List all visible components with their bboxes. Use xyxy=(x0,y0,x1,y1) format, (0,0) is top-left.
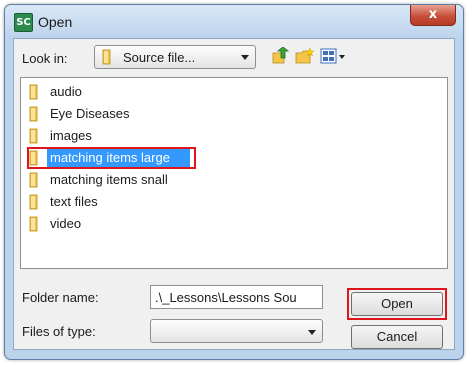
list-item-label: text files xyxy=(50,194,98,209)
look-in-dropdown[interactable]: Source file... xyxy=(94,45,256,69)
folder-icon xyxy=(29,84,38,100)
close-button[interactable]: x xyxy=(410,5,456,26)
files-of-type-dropdown[interactable] xyxy=(150,319,323,343)
list-item-label: images xyxy=(50,128,92,143)
list-item-label: video xyxy=(50,216,82,231)
list-item[interactable]: images xyxy=(25,125,325,147)
look-in-label: Look in: xyxy=(22,51,68,66)
view-menu-icon[interactable] xyxy=(320,47,346,65)
files-of-type-label: Files of type: xyxy=(22,324,96,339)
list-item[interactable]: audio xyxy=(25,81,325,103)
chevron-down-icon xyxy=(241,55,249,60)
open-dialog: SC Open x Look in: Source file... audio … xyxy=(4,4,464,360)
folder-name-label: Folder name: xyxy=(22,290,99,305)
title-bar[interactable]: SC Open x xyxy=(5,5,463,39)
annotation-highlight-box xyxy=(347,288,447,320)
list-item-label: matching items snall xyxy=(50,172,168,187)
folder-icon xyxy=(29,172,38,188)
folder-icon xyxy=(29,128,38,144)
annotation-highlight-box xyxy=(27,147,196,169)
new-folder-icon[interactable] xyxy=(295,47,315,65)
list-item[interactable]: text files xyxy=(25,191,325,213)
folder-name-field[interactable]: .\_Lessons\Lessons Sou xyxy=(150,285,323,309)
cancel-button[interactable]: Cancel xyxy=(351,325,443,349)
file-list[interactable]: audio Eye Diseases images matching items… xyxy=(20,77,448,269)
list-item[interactable]: video xyxy=(25,213,325,235)
folder-icon xyxy=(102,49,111,65)
list-item-selected[interactable]: matching items large xyxy=(25,147,325,169)
list-item[interactable]: Eye Diseases xyxy=(25,103,325,125)
dialog-body: Look in: Source file... audio Eye Diseas… xyxy=(13,38,455,350)
dialog-title: Open xyxy=(38,14,73,30)
chevron-down-icon xyxy=(308,330,316,335)
list-item[interactable]: matching items snall xyxy=(25,169,325,191)
up-one-level-icon[interactable] xyxy=(272,47,290,65)
look-in-value: Source file... xyxy=(123,50,196,65)
app-icon: SC xyxy=(14,13,33,32)
folder-icon xyxy=(29,194,38,210)
folder-icon xyxy=(29,216,38,232)
list-item-label: Eye Diseases xyxy=(50,106,130,121)
list-item-label: audio xyxy=(50,84,82,99)
folder-icon xyxy=(29,106,38,122)
